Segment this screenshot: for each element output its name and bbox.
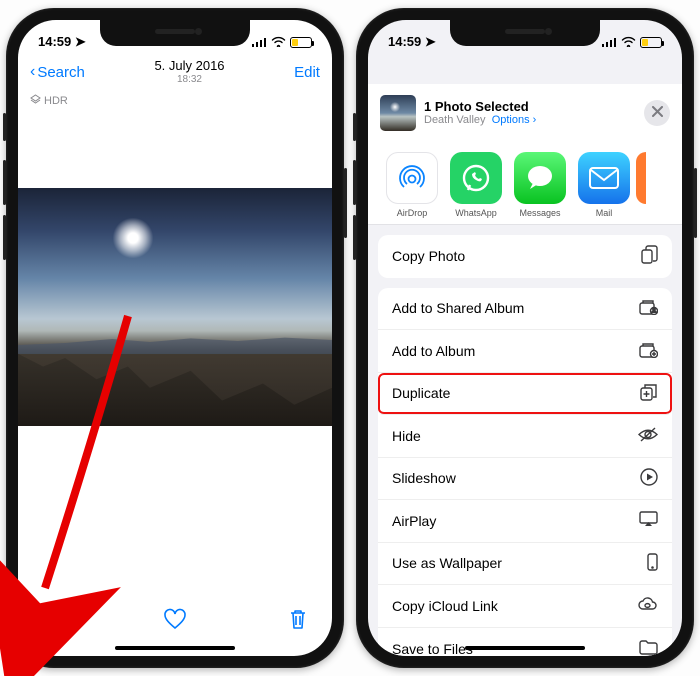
action-label: Add to Album — [392, 343, 475, 359]
album-icon — [639, 341, 658, 361]
app-label: Mail — [572, 208, 636, 218]
duplicate-icon — [640, 383, 658, 404]
home-indicator[interactable] — [465, 646, 585, 650]
thumbnail — [380, 95, 416, 131]
signal-icon — [602, 35, 617, 50]
action-slideshow[interactable]: Slideshow — [378, 458, 672, 501]
share-apps-row[interactable]: AirDrop WhatsApp Messages Mail — [368, 142, 682, 225]
screen-right: 14:59 ➤ 1 Photo Selected Death Valley Op… — [368, 20, 682, 656]
action-label: Copy Photo — [392, 248, 465, 264]
chevron-left-icon: ‹ — [30, 63, 35, 81]
battery-icon — [290, 37, 312, 48]
action-label: Use as Wallpaper — [392, 555, 502, 571]
phone-right: 14:59 ➤ 1 Photo Selected Death Valley Op… — [356, 8, 694, 668]
location-icon: ➤ — [75, 34, 86, 49]
share-app-more[interactable] — [636, 152, 650, 218]
action-label: Hide — [392, 428, 421, 444]
action-label: Save to Files — [392, 641, 473, 656]
phone-left: 14:59 ➤ ‹ Search 5. July 2016 18:32 Edit — [6, 8, 344, 668]
nav-title: 5. July 2016 18:32 — [154, 59, 224, 84]
shared-album-icon — [639, 298, 658, 318]
selection-title: 1 Photo Selected — [424, 99, 644, 115]
wifi-icon — [621, 35, 636, 50]
status-time: 14:59 — [38, 34, 71, 49]
status-time: 14:59 — [388, 34, 421, 49]
home-indicator[interactable] — [115, 646, 235, 650]
action-label: AirPlay — [392, 513, 436, 529]
action-airplay[interactable]: AirPlay — [378, 500, 672, 543]
folder-icon — [639, 640, 658, 656]
app-label: Messages — [508, 208, 572, 218]
mail-icon — [578, 152, 630, 204]
hdr-badge: HDR — [18, 92, 332, 110]
photo-date: 5. July 2016 — [154, 59, 224, 73]
action-group-main: Add to Shared Album Add to Album Duplica… — [378, 288, 672, 657]
whatsapp-icon — [450, 152, 502, 204]
back-button[interactable]: ‹ Search — [30, 63, 85, 81]
action-hide[interactable]: Hide — [378, 415, 672, 458]
photo-preview[interactable] — [18, 188, 332, 426]
action-duplicate[interactable]: Duplicate — [378, 373, 672, 416]
share-sheet-header: 1 Photo Selected Death Valley Options › — [368, 84, 682, 142]
close-button[interactable] — [644, 100, 670, 126]
edit-button[interactable]: Edit — [294, 64, 320, 81]
close-icon — [652, 104, 663, 122]
play-icon — [640, 468, 658, 489]
copy-icon — [641, 245, 658, 267]
share-app-messages[interactable]: Messages — [508, 152, 572, 218]
photo-location: Death Valley — [424, 114, 486, 126]
messages-icon — [514, 152, 566, 204]
nav-bar: ‹ Search 5. July 2016 18:32 Edit — [18, 52, 332, 92]
airdrop-icon — [386, 152, 438, 204]
cloud-icon — [637, 597, 658, 614]
share-app-airdrop[interactable]: AirDrop — [380, 152, 444, 218]
action-save-files[interactable]: Save to Files — [378, 628, 672, 657]
wifi-icon — [271, 35, 286, 50]
action-label: Slideshow — [392, 470, 456, 486]
action-add-shared-album[interactable]: Add to Shared Album — [378, 288, 672, 331]
trash-icon[interactable] — [288, 608, 308, 635]
share-app-mail[interactable]: Mail — [572, 152, 636, 218]
back-label: Search — [37, 64, 85, 81]
battery-icon — [640, 37, 662, 48]
screen-left: 14:59 ➤ ‹ Search 5. July 2016 18:32 Edit — [18, 20, 332, 656]
share-icon[interactable] — [42, 607, 62, 636]
action-icloud-link[interactable]: Copy iCloud Link — [378, 585, 672, 628]
action-add-album[interactable]: Add to Album — [378, 330, 672, 373]
favorite-icon[interactable] — [163, 608, 187, 635]
photo-time: 18:32 — [154, 74, 224, 85]
options-link[interactable]: Options › — [492, 114, 537, 126]
action-copy-photo[interactable]: Copy Photo — [378, 235, 672, 278]
action-label: Add to Shared Album — [392, 300, 524, 316]
layers-icon — [30, 94, 41, 108]
signal-icon — [252, 35, 267, 50]
notch — [450, 20, 600, 46]
action-label: Duplicate — [392, 385, 450, 401]
notch — [100, 20, 250, 46]
hide-icon — [638, 427, 658, 445]
action-label: Copy iCloud Link — [392, 598, 498, 614]
more-apps-icon — [636, 152, 646, 204]
action-wallpaper[interactable]: Use as Wallpaper — [378, 543, 672, 586]
action-group-single: Copy Photo — [378, 235, 672, 278]
phone-icon — [647, 553, 658, 574]
app-label: WhatsApp — [444, 208, 508, 218]
app-label: AirDrop — [380, 208, 444, 218]
airplay-icon — [639, 511, 658, 530]
location-icon: ➤ — [425, 34, 436, 49]
hdr-label: HDR — [44, 95, 68, 107]
share-app-whatsapp[interactable]: WhatsApp — [444, 152, 508, 218]
